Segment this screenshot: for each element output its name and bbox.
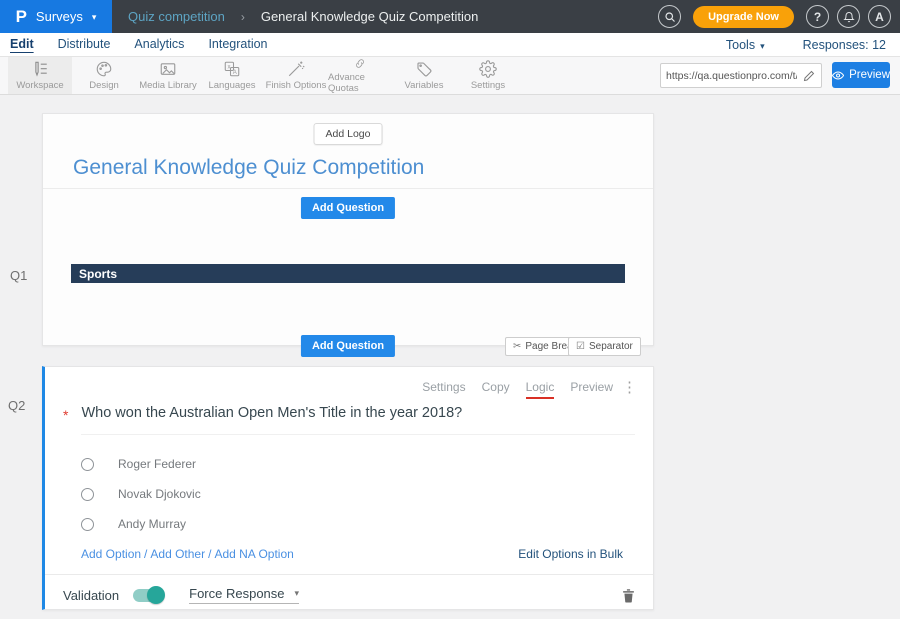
add-logo-button[interactable]: Add Logo (314, 123, 383, 145)
question-menu-settings[interactable]: Settings (422, 380, 465, 399)
media-library-icon (159, 60, 177, 78)
chevron-down-icon: ▾ (760, 41, 765, 51)
tab-integration[interactable]: Integration (208, 37, 267, 53)
pencil-icon (803, 70, 815, 82)
link-separator: / (144, 547, 147, 561)
separator-button[interactable]: ☑ Separator (568, 337, 641, 356)
preview-button[interactable]: Preview (832, 62, 890, 88)
search-icon (664, 11, 676, 23)
tab-analytics[interactable]: Analytics (134, 37, 184, 53)
svg-text:x: x (228, 64, 231, 70)
nav-tabs: Edit Distribute Analytics Integration (0, 37, 268, 53)
answer-option[interactable]: Andy Murray (81, 517, 186, 531)
link-separator: / (208, 547, 211, 561)
radio-icon[interactable] (81, 458, 94, 471)
help-button[interactable]: ? (806, 5, 829, 28)
answer-option[interactable]: Roger Federer (81, 457, 196, 471)
survey-title[interactable]: General Knowledge Quiz Competition (73, 156, 424, 180)
kebab-menu-icon[interactable]: ⋮ (622, 378, 637, 396)
surveys-app-menu[interactable]: P Surveys ▾ (0, 0, 112, 33)
survey-url[interactable]: https://qa.questionpro.com/t/APNrFZe5 (661, 70, 797, 82)
add-question-button-bottom[interactable]: Add Question (301, 335, 395, 357)
upgrade-now-button[interactable]: Upgrade Now (693, 6, 794, 28)
breadcrumb-current: General Knowledge Quiz Competition (261, 9, 479, 24)
delete-question-button[interactable] (622, 588, 635, 603)
toolbar-item-variables[interactable]: Variables (392, 57, 456, 94)
question-menu-preview[interactable]: Preview (570, 380, 613, 399)
add-other-link[interactable]: Add Other (150, 547, 205, 561)
scissors-icon: ✂ (513, 341, 521, 352)
search-button[interactable] (658, 5, 681, 28)
chevron-down-icon: ▾ (92, 10, 97, 23)
question-number-q2: Q2 (8, 398, 25, 413)
notifications-button[interactable] (837, 5, 860, 28)
trash-icon (622, 588, 635, 603)
survey-toolbar: Workspace Design Media Library xA Langua… (0, 57, 900, 95)
option-links: Add Option/Add Other/Add NA Option (81, 547, 294, 561)
svg-text:A: A (233, 70, 237, 76)
questionpro-logo: P (16, 8, 27, 25)
question-menu-logic[interactable]: Logic (526, 380, 555, 399)
breadcrumb: Quiz competition › General Knowledge Qui… (128, 9, 478, 24)
responses-count[interactable]: Responses: 12 (803, 38, 886, 52)
add-option-link[interactable]: Add Option (81, 547, 141, 561)
toolbar-item-media-library[interactable]: Media Library (136, 57, 200, 94)
question-text-row: * Who won the Australian Open Men's Titl… (63, 405, 635, 435)
force-response-dropdown[interactable]: Force Response ▾ (189, 586, 299, 604)
toolbar-item-design[interactable]: Design (72, 57, 136, 94)
survey-header-card: Add Logo General Knowledge Quiz Competit… (42, 113, 654, 346)
finish-options-icon (287, 60, 305, 78)
survey-canvas: Q1 Q2 Add Logo General Knowledge Quiz Co… (0, 95, 900, 619)
toolbar-item-advance-quotas[interactable]: Advance Quotas (328, 57, 392, 94)
toolbar-item-workspace[interactable]: Workspace (8, 57, 72, 94)
question-footer: Validation Force Response ▾ (63, 584, 635, 606)
question-menu-copy[interactable]: Copy (482, 380, 510, 399)
languages-icon: xA (223, 60, 241, 78)
tab-distribute[interactable]: Distribute (58, 37, 111, 53)
topbar-actions: Upgrade Now ? A (658, 5, 900, 28)
edit-options-in-bulk-link[interactable]: Edit Options in Bulk (518, 547, 623, 561)
top-bar: P Surveys ▾ Quiz competition › General K… (0, 0, 900, 33)
settings-icon (479, 60, 497, 78)
chevron-down-icon: ▾ (295, 588, 300, 599)
edit-url-button[interactable] (797, 70, 821, 82)
validation-label: Validation (63, 588, 119, 603)
tab-edit[interactable]: Edit (10, 37, 34, 53)
variables-icon (415, 60, 433, 78)
advance-quotas-icon (351, 57, 369, 70)
edit-nav: Edit Distribute Analytics Integration To… (0, 33, 900, 57)
footer-divider (45, 574, 653, 575)
answer-option[interactable]: Novak Djokovic (81, 487, 201, 501)
nav-right: Tools▾ Responses: 12 (726, 38, 900, 52)
app-menu-label: Surveys (36, 9, 83, 24)
radio-icon[interactable] (81, 518, 94, 531)
add-na-option-link[interactable]: Add NA Option (214, 547, 293, 561)
validation-toggle[interactable] (133, 589, 163, 602)
section-header-sports[interactable]: Sports (71, 264, 625, 283)
question-text[interactable]: Who won the Australian Open Men's Title … (81, 405, 635, 435)
tools-dropdown[interactable]: Tools▾ (726, 38, 765, 52)
workspace-icon (31, 60, 49, 78)
question-number-q1: Q1 (10, 268, 27, 283)
checkbox-icon: ☑ (576, 341, 585, 352)
design-icon (95, 60, 113, 78)
eye-icon (832, 69, 844, 82)
question-menu: Settings Copy Logic Preview (422, 380, 613, 399)
add-question-button-top[interactable]: Add Question (301, 197, 395, 219)
toolbar-item-languages[interactable]: xA Languages (200, 57, 264, 94)
title-divider (43, 188, 653, 189)
toolbar-item-finish-options[interactable]: Finish Options (264, 57, 328, 94)
required-marker: * (63, 405, 68, 435)
breadcrumb-parent[interactable]: Quiz competition (128, 9, 225, 24)
question-card-q2: Settings Copy Logic Preview ⋮ * Who won … (42, 366, 654, 610)
radio-icon[interactable] (81, 488, 94, 501)
bell-icon (843, 11, 855, 23)
breadcrumb-separator-icon: › (241, 10, 245, 24)
avatar[interactable]: A (868, 5, 891, 28)
survey-url-box: https://qa.questionpro.com/t/APNrFZe5 (660, 63, 822, 88)
toolbar-item-settings[interactable]: Settings (456, 57, 520, 94)
toggle-knob (147, 586, 165, 604)
